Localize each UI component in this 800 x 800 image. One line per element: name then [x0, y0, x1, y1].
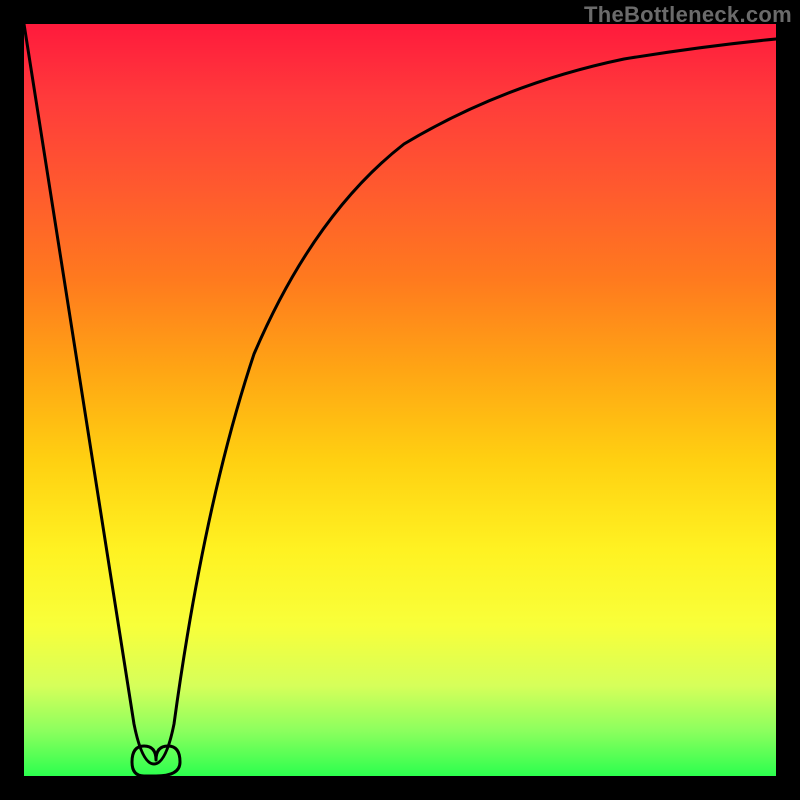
chart-frame: TheBottleneck.com — [0, 0, 800, 800]
watermark-label: TheBottleneck.com — [584, 2, 792, 28]
plot-area — [24, 24, 776, 776]
curve-svg — [24, 24, 776, 776]
optimal-marker-icon — [132, 746, 180, 776]
bottleneck-curve — [24, 24, 776, 764]
